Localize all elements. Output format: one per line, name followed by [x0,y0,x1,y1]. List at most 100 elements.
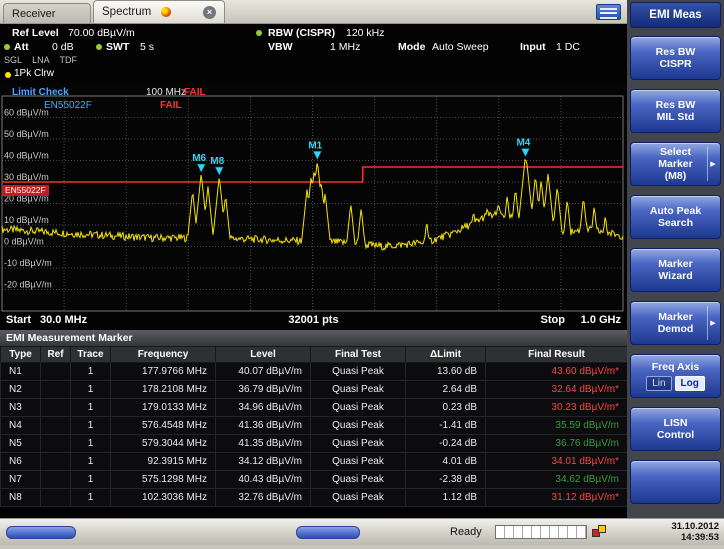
marker-label-m1: M1 [308,140,322,151]
rbw-value[interactable]: 120 kHz [346,27,385,39]
marker-label-m8: M8 [210,156,224,167]
keyboard-icon[interactable] [596,4,621,20]
measurement-running-icon [161,7,171,17]
marker-label-m6: M6 [192,153,206,164]
marker-row-N8[interactable]: N81102.3036 MHz32.76 dBµV/mQuasi Peak1.1… [1,489,628,507]
marker-symbol-m4[interactable] [521,149,529,157]
softkey-auto-peak-search[interactable]: Auto Peak Search [630,195,721,239]
input-value[interactable]: 1 DC [556,41,580,53]
cell-delta_limit: 0.23 dB [406,399,486,417]
cell-trace: 1 [71,363,111,381]
att-label[interactable]: Att [14,41,29,53]
vbw-value[interactable]: 1 MHz [330,41,360,53]
softkey-marker-demod[interactable]: Marker Demod▶ [630,301,721,345]
softkey-select-marker[interactable]: Select Marker (M8)▶ [630,142,721,186]
spectrum-svg: 60 dBµV/m50 dBµV/m40 dBµV/m30 dBµV/m20 d… [0,84,627,312]
softkey-marker-wizard[interactable]: Marker Wizard [630,248,721,292]
cell-final_result: 35.59 dBµV/m [486,417,628,435]
softkey-freq-axis[interactable]: Freq Axis Lin Log [630,354,721,398]
cell-trace: 1 [71,471,111,489]
rbw-label[interactable]: RBW (CISPR) [268,27,335,39]
cell-final_result: 34.62 dBµV/m [486,471,628,489]
cell-trace: 1 [71,489,111,507]
mode-label[interactable]: Mode [398,41,425,53]
limit-line-badge: EN55022F [2,185,49,196]
softkey-label: Auto Peak Search [650,205,701,229]
cell-ref [41,453,71,471]
cell-frequency: 576.4548 MHz [111,417,216,435]
column-header-0: Type [1,347,41,363]
limit-line-name: EN55022F [44,100,92,111]
marker-row-N7[interactable]: N71575.1298 MHz40.43 dBµV/mQuasi Peak-2.… [1,471,628,489]
cell-final_result: 32.64 dBµV/m* [486,381,628,399]
start-freq-value[interactable]: 30.0 MHz [40,314,87,326]
trace-color-dot [5,72,11,78]
limit-check-result: FAIL [184,87,206,98]
cell-frequency: 579.3044 MHz [111,435,216,453]
ref-level-value[interactable]: 70.00 dBµV/m [68,27,135,39]
marker-symbol-m6[interactable] [197,164,205,172]
column-header-5: Final Test [311,347,406,363]
cell-delta_limit: 2.64 dB [406,381,486,399]
tab-bar: Receiver Spectrum × [0,0,627,24]
cell-final_result: 34.01 dBµV/m* [486,453,628,471]
cell-type: N1 [1,363,41,381]
cell-type: N4 [1,417,41,435]
stop-freq-value[interactable]: 1.0 GHz [581,314,621,326]
cell-final_result: 31.12 dBµV/m* [486,489,628,507]
spectrum-display[interactable]: 60 dBµV/m50 dBµV/m40 dBµV/m30 dBµV/m20 d… [0,84,627,312]
close-tab-icon[interactable]: × [203,6,216,19]
cell-level: 34.96 dBµV/m [216,399,311,417]
status-indicator-1[interactable] [6,526,76,539]
ref-level-label[interactable]: Ref Level [12,27,59,39]
softkey-res-bw-mil-std[interactable]: Res BW MIL Std [630,89,721,133]
swt-value[interactable]: 5 s [140,41,154,53]
tab-receiver[interactable]: Receiver [3,3,91,23]
marker-symbol-m1[interactable] [313,151,321,159]
marker-row-N2[interactable]: N21178.2108 MHz36.79 dBµV/mQuasi Peak2.6… [1,381,628,399]
att-value[interactable]: 0 dB [52,41,74,53]
marker-symbol-m8[interactable] [215,167,223,175]
cell-final_test: Quasi Peak [311,417,406,435]
cell-delta_limit: -1.41 dB [406,417,486,435]
cell-final_test: Quasi Peak [311,381,406,399]
status-indicator-2[interactable] [296,526,360,539]
cell-ref [41,381,71,399]
marker-row-N1[interactable]: N11177.9766 MHz40.07 dBµV/mQuasi Peak13.… [1,363,628,381]
softkey-blank[interactable] [630,460,721,504]
cell-trace: 1 [71,381,111,399]
cell-frequency: 92.3915 MHz [111,453,216,471]
softkey-label: Freq Axis [652,361,699,373]
cell-trace: 1 [71,435,111,453]
softkey-res-bw-cispr[interactable]: Res BW CISPR [630,36,721,80]
marker-row-N4[interactable]: N41576.4548 MHz41.36 dBµV/mQuasi Peak-1.… [1,417,628,435]
softkey-label: Res BW MIL Std [656,99,696,123]
marker-row-N6[interactable]: N6192.3915 MHz34.12 dBµV/mQuasi Peak4.01… [1,453,628,471]
vbw-label[interactable]: VBW [268,41,293,53]
freq-axis-log-option[interactable]: Log [675,376,705,391]
cell-type: N7 [1,471,41,489]
trace-indicator[interactable]: 1Pk Clrw [14,68,54,79]
cell-frequency: 179.0133 MHz [111,399,216,417]
y-tick-label: 60 dBµV/m [4,108,49,118]
tab-spectrum[interactable]: Spectrum × [93,0,225,23]
cell-trace: 1 [71,453,111,471]
sweep-range-bar: Start 30.0 MHz 32001 pts Stop 1.0 GHz [0,312,627,330]
cell-trace: 1 [71,417,111,435]
cell-level: 41.35 dBµV/m [216,435,311,453]
tab-receiver-label: Receiver [12,8,55,20]
softkey-lisn-control[interactable]: LISN Control [630,407,721,451]
rbw-coupled-dot [256,30,262,36]
input-label[interactable]: Input [520,41,546,53]
cell-level: 34.12 dBµV/m [216,453,311,471]
cell-delta_limit: 13.60 dB [406,363,486,381]
cell-level: 36.79 dBµV/m [216,381,311,399]
y-tick-label: 30 dBµV/m [4,172,49,182]
status-bar: Ready 31.10.2012 14:39:53 [0,518,724,545]
mode-value[interactable]: Auto Sweep [432,41,489,53]
start-freq-label: Start [6,314,31,326]
marker-row-N3[interactable]: N31179.0133 MHz34.96 dBµV/mQuasi Peak0.2… [1,399,628,417]
swt-label[interactable]: SWT [106,41,129,53]
marker-row-N5[interactable]: N51579.3044 MHz41.35 dBµV/mQuasi Peak-0.… [1,435,628,453]
freq-axis-lin-option[interactable]: Lin [646,376,671,391]
